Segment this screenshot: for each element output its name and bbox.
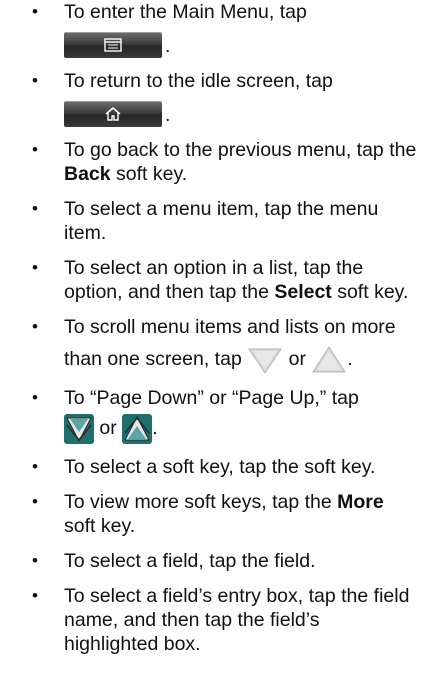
select-softkey-label: Select	[274, 281, 332, 303]
list-item: To go back to the previous menu, tap the…	[0, 138, 425, 186]
home-icon	[105, 106, 121, 121]
home-button[interactable]	[64, 101, 162, 127]
page-up-icon[interactable]	[122, 414, 153, 444]
list-item: To select a menu item, tap the menu item…	[0, 197, 425, 245]
list-item: To select a field’s entry box, tap the f…	[0, 584, 425, 656]
list-item: To “Page Down” or “Page Up,” tap or .	[0, 386, 425, 444]
scroll-up-icon[interactable]	[311, 345, 347, 375]
page-down-icon[interactable]	[64, 414, 94, 444]
list-item: To view more soft keys, tap the More sof…	[0, 490, 425, 538]
list-item: To return to the idle screen, tap .	[0, 69, 425, 127]
main-menu-button[interactable]	[64, 32, 162, 58]
menu-icon	[104, 38, 122, 52]
list-item: To select an option in a list, tap the o…	[0, 256, 425, 304]
bullet-text: To enter the Main Menu, tap	[64, 1, 307, 23]
list-item: To scroll menu items and lists on more t…	[0, 315, 425, 375]
instruction-list: To enter the Main Menu, tap . To return …	[0, 0, 425, 656]
back-softkey-label: Back	[64, 163, 111, 185]
scroll-down-icon[interactable]	[247, 345, 283, 375]
list-item: To enter the Main Menu, tap .	[0, 0, 425, 58]
list-item: To select a soft key, tap the soft key.	[0, 455, 425, 479]
bullet-text: To return to the idle screen, tap	[64, 70, 333, 92]
list-item: To select a field, tap the field.	[0, 549, 425, 573]
more-softkey-label: More	[337, 491, 384, 513]
